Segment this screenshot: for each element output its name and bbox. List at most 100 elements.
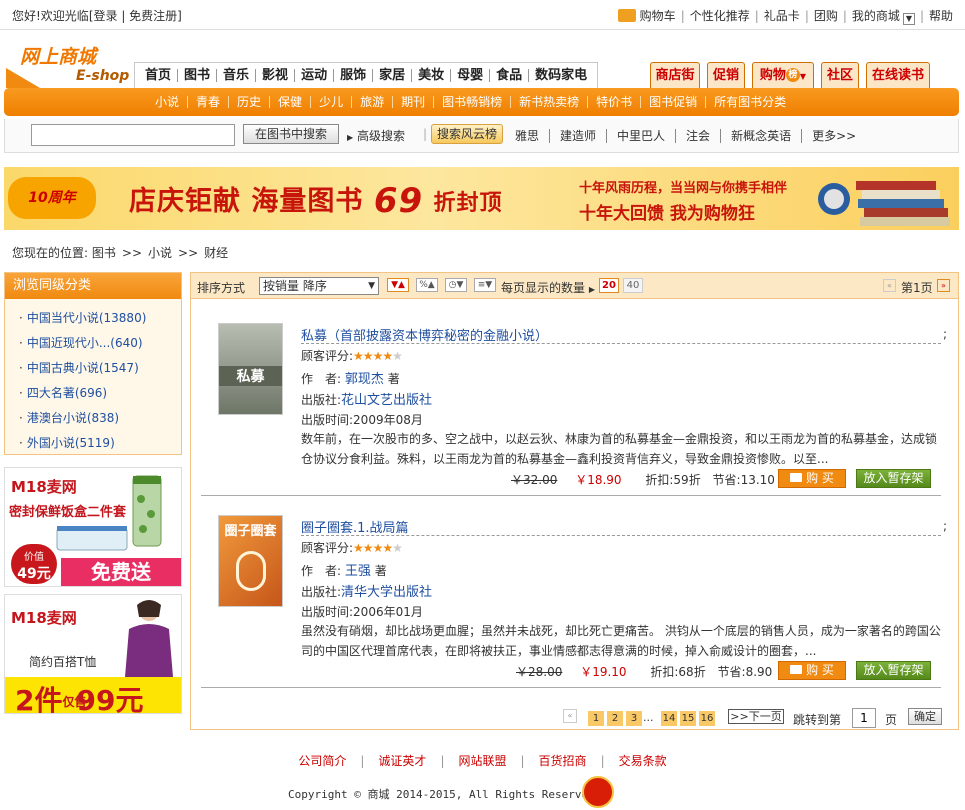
footer-about[interactable]: 公司简介	[284, 754, 360, 768]
nav-food[interactable]: 食品	[489, 69, 528, 82]
book-title[interactable]: 圈子圈套.1.战局篇	[301, 517, 409, 536]
search-button[interactable]: 在图书中搜索	[243, 124, 339, 144]
tab-store-street[interactable]: 商店街	[650, 62, 700, 88]
footer-terms[interactable]: 交易条款	[605, 754, 681, 768]
breadcrumb-item[interactable]: 图书	[92, 246, 116, 260]
sort-by-date-icon[interactable]: ◷▼	[445, 278, 467, 292]
promo-banner[interactable]: 10周年 店庆钜献 海量图书 69 折封顶 十年风雨历程，当当网与你携手相伴 十…	[4, 167, 959, 230]
subnav-bestsellers[interactable]: 图书畅销榜	[433, 96, 510, 108]
save-for-later-button[interactable]: 放入暂存架	[856, 661, 931, 680]
next-page-button[interactable]: >>下一页	[728, 709, 784, 724]
category-item[interactable]: 中国当代小说(13880)	[19, 309, 147, 326]
author-link[interactable]: 王强	[345, 564, 371, 579]
page-link[interactable]: 1	[588, 711, 604, 726]
subnav-all-categories[interactable]: 所有图书分类	[705, 96, 794, 108]
police-badge-icon[interactable]	[582, 776, 614, 808]
chevron-down-icon[interactable]: ▼	[902, 13, 915, 25]
cart-link[interactable]: 购物车	[640, 9, 676, 23]
book-title[interactable]: 私募（首部披露资本博弈秘密的金融小说）	[301, 325, 548, 344]
nav-music[interactable]: 音乐	[216, 69, 255, 82]
buy-button[interactable]: 购 买	[778, 469, 846, 488]
nav-apparel[interactable]: 服饰	[333, 69, 372, 82]
subnav-children[interactable]: 少儿	[310, 96, 351, 108]
next-page-icon[interactable]: »	[937, 279, 950, 292]
book-cover[interactable]: 圈子圈套	[218, 515, 283, 607]
footer-careers[interactable]: 诚证英才	[364, 754, 440, 768]
footer-affiliate[interactable]: 网站联盟	[444, 754, 520, 768]
cart-icon[interactable]	[617, 9, 636, 22]
nav-home[interactable]: 首页	[139, 69, 177, 82]
subnav-fiction[interactable]: 小说	[147, 96, 187, 108]
book-cover[interactable]: 私募	[218, 323, 283, 415]
nav-baby[interactable]: 母婴	[450, 69, 489, 82]
site-logo[interactable]: 网上商城 E-shop	[6, 42, 130, 90]
groupbuy-link[interactable]: 团购	[814, 9, 838, 23]
sort-by-sales-icon[interactable]: ▼▲	[387, 278, 409, 292]
hot-keyword[interactable]: 新概念英语	[720, 129, 802, 143]
page-link[interactable]: 14	[661, 711, 677, 726]
page-link[interactable]: 2	[607, 711, 623, 726]
hot-keyword[interactable]: 中里巴人	[606, 129, 676, 143]
banner-headline: 店庆钜献 海量图书 69 折封顶	[129, 179, 503, 221]
footer-merchants[interactable]: 百货招商	[525, 754, 601, 768]
jump-page-input[interactable]	[852, 708, 876, 728]
category-item[interactable]: 外国小说(5119)	[19, 434, 115, 451]
category-nav: 首页 图书 音乐 影视 运动 服饰 家居 美妆 母婴 食品 数码家电	[134, 62, 599, 88]
nav-home-goods[interactable]: 家居	[372, 69, 411, 82]
subnav-history[interactable]: 历史	[228, 96, 269, 108]
author-row: 作 者: 郭现杰 著	[301, 368, 400, 387]
tab-shopping[interactable]: 购物榜 ▼	[752, 62, 814, 88]
subnav-new-hot[interactable]: 新书热卖榜	[510, 96, 587, 108]
author-link[interactable]: 郭现杰	[345, 372, 384, 387]
help-link[interactable]: 帮助	[929, 9, 953, 23]
hot-keyword[interactable]: 注会	[675, 129, 721, 143]
subnav-bargain[interactable]: 特价书	[587, 96, 640, 108]
per-page-40[interactable]: 40	[623, 278, 643, 293]
first-page-icon[interactable]: «	[563, 709, 577, 723]
subnav-health[interactable]: 保健	[269, 96, 310, 108]
prev-page-icon[interactable]: «	[883, 279, 896, 292]
subnav-travel[interactable]: 旅游	[351, 96, 392, 108]
register-link[interactable]: 免费注册]	[129, 9, 182, 23]
nav-beauty[interactable]: 美妆	[411, 69, 450, 82]
nav-sports[interactable]: 运动	[294, 69, 333, 82]
recommend-link[interactable]: 个性化推荐	[690, 9, 750, 23]
subnav-youth[interactable]: 青春	[187, 96, 228, 108]
hot-keyword[interactable]: 雅思	[511, 129, 549, 143]
page-link[interactable]: 16	[699, 711, 715, 726]
ad-lunchbox[interactable]: M18麦网 密封保鲜饭盒二件套 价值 49元 免费送	[4, 467, 182, 587]
more-keywords-link[interactable]: 更多>>	[801, 129, 867, 143]
my-mall-link[interactable]: 我的商城	[852, 9, 900, 23]
subnav-magazines[interactable]: 期刊	[392, 96, 433, 108]
publisher-link[interactable]: 清华大学出版社	[341, 585, 432, 600]
breadcrumb-item[interactable]: 小说	[148, 246, 172, 260]
category-item[interactable]: 中国古典小说(1547)	[19, 359, 139, 376]
sort-by-price-icon[interactable]: ≡▼	[474, 278, 496, 292]
category-item[interactable]: 中国近现代小...(640)	[19, 334, 143, 351]
login-link[interactable]: [登录	[89, 9, 118, 23]
category-item[interactable]: 港澳台小说(838)	[19, 409, 119, 426]
save-for-later-button[interactable]: 放入暂存架	[856, 469, 931, 488]
tab-promotion[interactable]: 促销	[707, 62, 745, 88]
sort-select[interactable]: 按销量 降序 ▼	[259, 277, 379, 295]
hot-keyword[interactable]: 建造师	[549, 129, 607, 143]
category-item[interactable]: 四大名著(696)	[19, 384, 107, 401]
search-input[interactable]	[31, 124, 235, 146]
nav-books[interactable]: 图书	[177, 69, 216, 82]
publisher-link[interactable]: 花山文艺出版社	[341, 393, 432, 408]
subnav-book-promo[interactable]: 图书促销	[640, 96, 705, 108]
sort-by-discount-icon[interactable]: %▲	[416, 278, 438, 292]
nav-electronics[interactable]: 数码家电	[528, 69, 593, 82]
ad-tshirt[interactable]: M18麦网 简约百搭T恤 2件仅售99元	[4, 594, 182, 714]
page-link[interactable]: 15	[680, 711, 696, 726]
breadcrumb-item[interactable]: 财经	[204, 246, 228, 260]
giftcard-link[interactable]: 礼品卡	[764, 9, 800, 23]
page-link[interactable]: 3	[626, 711, 642, 726]
per-page-20[interactable]: 20	[599, 278, 619, 293]
advanced-search-link[interactable]: ▶ 高级搜索	[347, 127, 405, 144]
tab-community[interactable]: 社区	[821, 62, 859, 88]
jump-ok-button[interactable]: 确定	[908, 708, 942, 725]
nav-movies[interactable]: 影视	[255, 69, 294, 82]
tab-online-reading[interactable]: 在线读书	[866, 62, 930, 88]
buy-button[interactable]: 购 买	[778, 661, 846, 680]
